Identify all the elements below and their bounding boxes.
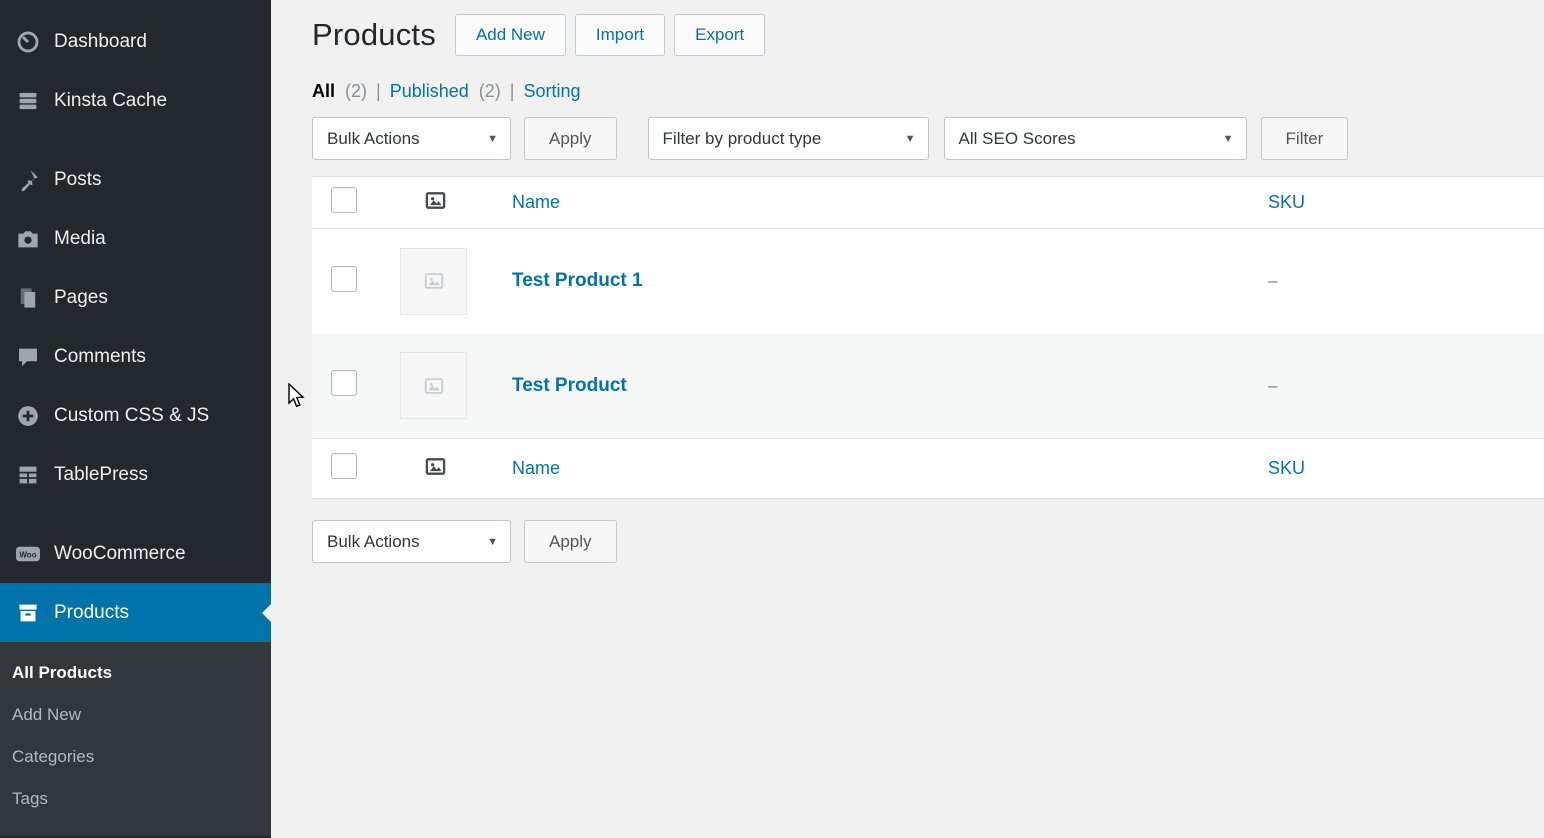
sidebar-item-tablepress[interactable]: TablePress [0,445,271,504]
sidebar-item-custom-css-js[interactable]: Custom CSS & JS [0,386,271,445]
view-published-count: (2) [479,81,501,101]
sidebar-item-label: Kinsta Cache [54,90,167,112]
sidebar-item-media[interactable]: Media [0,209,271,268]
submenu-item-add-new[interactable]: Add New [0,694,271,736]
camera-icon [14,225,41,252]
view-filters: All (2) | Published (2) | Sorting [312,81,1544,102]
sidebar-item-label: WooCommerce [54,543,186,565]
row-checkbox[interactable] [331,370,357,396]
sidebar-item-dashboard[interactable]: Dashboard [0,12,271,71]
import-button[interactable]: Import [575,14,665,56]
view-published-link[interactable]: Published (2) [390,81,501,102]
filter-button[interactable]: Filter [1261,117,1349,160]
product-thumbnail-placeholder [400,352,467,419]
product-row: Test Product 1 – [312,229,1544,334]
page-title: Products [312,17,436,53]
add-new-button[interactable]: Add New [455,14,566,56]
chevron-down-icon: ▼ [905,133,916,145]
sidebar-item-label: Dashboard [54,31,147,53]
view-sorting-label: Sorting [523,81,580,101]
bulk-actions-select[interactable]: Bulk Actions ▼ [312,117,511,160]
wordpress-admin: Dashboard Kinsta Cache Posts Media [0,0,1544,838]
table-footer-row: Name SKU [312,439,1544,499]
submenu-label: All Products [12,663,112,682]
bulk-actions-select-bottom[interactable]: Bulk Actions ▼ [312,520,511,563]
product-sku: – [1268,376,1277,395]
view-all-label: All [312,81,335,101]
product-name-link[interactable]: Test Product 1 [512,270,643,291]
admin-sidebar: Dashboard Kinsta Cache Posts Media [0,0,271,838]
image-column-icon [424,455,447,478]
woocommerce-badge-icon: Woo [14,540,41,567]
product-box-icon [14,599,41,626]
view-sorting-link[interactable]: Sorting [523,81,580,102]
sku-column-header[interactable]: SKU [1268,458,1305,478]
top-toolbar: Bulk Actions ▼ Apply Filter by product t… [312,117,1544,160]
sidebar-item-label: Pages [54,287,108,309]
plus-circle-icon [14,402,41,429]
sidebar-item-woocommerce[interactable]: Woo WooCommerce [0,524,271,583]
seo-scores-filter-value: All SEO Scores [959,129,1076,149]
product-type-filter-value: Filter by product type [663,129,822,149]
sidebar-item-label: Posts [54,169,102,191]
sidebar-item-label: Custom CSS & JS [54,405,209,427]
sidebar-separator [0,504,271,524]
bottom-toolbar: Bulk Actions ▼ Apply [312,520,1544,563]
submenu-label: Add New [12,705,81,724]
submenu-label: Categories [12,747,94,766]
chevron-down-icon: ▼ [1223,133,1234,145]
sidebar-item-label: Products [54,602,129,624]
sidebar-item-kinsta-cache[interactable]: Kinsta Cache [0,71,271,130]
pages-icon [14,284,41,311]
dashboard-icon [14,28,41,55]
apply-button-bottom[interactable]: Apply [524,520,617,563]
row-checkbox[interactable] [331,266,357,292]
sku-column-header[interactable]: SKU [1268,192,1305,212]
product-row: Test Product – [312,334,1544,439]
apply-button[interactable]: Apply [524,117,617,160]
table-header-row: Name SKU [312,177,1544,229]
view-separator: | [510,81,515,102]
view-all-link[interactable]: All (2) [312,81,367,102]
bulk-actions-value: Bulk Actions [327,129,420,149]
product-type-filter-select[interactable]: Filter by product type ▼ [648,117,929,160]
sidebar-item-label: TablePress [54,464,148,486]
name-column-header[interactable]: Name [512,458,560,478]
view-published-label: Published [390,81,469,101]
product-sku: – [1268,271,1277,290]
name-column-header[interactable]: Name [512,192,560,212]
table-icon [14,461,41,488]
svg-text:Woo: Woo [19,550,36,559]
products-submenu: All Products Add New Categories Tags [0,642,271,836]
sidebar-item-label: Comments [54,346,146,368]
image-column-icon [424,189,447,212]
submenu-item-tags[interactable]: Tags [0,778,271,820]
chevron-down-icon: ▼ [487,133,498,145]
sidebar-item-posts[interactable]: Posts [0,150,271,209]
submenu-item-categories[interactable]: Categories [0,736,271,778]
chevron-down-icon: ▼ [487,536,498,548]
bulk-actions-value: Bulk Actions [327,532,420,552]
products-table: Name SKU Test Product 1 – [312,176,1544,499]
submenu-item-all-products[interactable]: All Products [0,652,271,694]
comment-bubble-icon [14,343,41,370]
select-all-checkbox[interactable] [331,453,357,479]
pushpin-icon [14,166,41,193]
view-separator: | [376,81,381,102]
server-icon [14,87,41,114]
view-all-count: (2) [345,81,367,101]
sidebar-item-comments[interactable]: Comments [0,327,271,386]
sidebar-separator [0,130,271,150]
sidebar-item-label: Media [54,228,106,250]
seo-scores-filter-select[interactable]: All SEO Scores ▼ [944,117,1247,160]
sidebar-item-pages[interactable]: Pages [0,268,271,327]
main-content: Products Add New Import Export All (2) |… [271,0,1544,838]
select-all-checkbox[interactable] [331,187,357,213]
product-thumbnail-placeholder [400,248,467,315]
submenu-label: Tags [12,789,48,808]
export-button[interactable]: Export [674,14,765,56]
sidebar-item-products[interactable]: Products [0,583,271,642]
page-header: Products Add New Import Export [312,14,1544,56]
product-name-link[interactable]: Test Product [512,375,627,396]
